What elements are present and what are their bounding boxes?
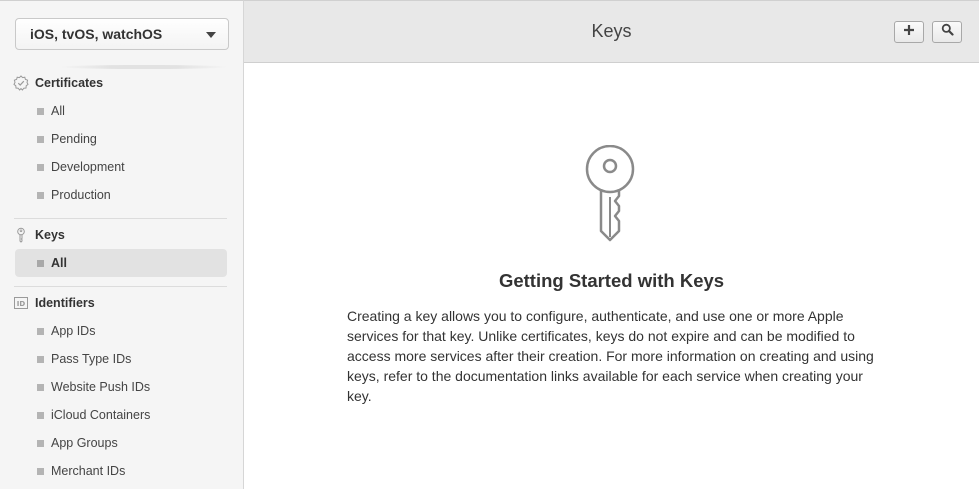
sidebar-item-label: App IDs — [51, 324, 96, 338]
developer-portal-app: iOS, tvOS, watchOS Certificates All Pend… — [0, 0, 979, 489]
chevron-down-icon — [206, 32, 216, 38]
certificate-badge-icon — [13, 75, 29, 91]
id-icon: ID — [13, 295, 29, 311]
key-icon — [13, 227, 29, 243]
sidebar-item-icloud-containers[interactable]: iCloud Containers — [15, 401, 227, 429]
bullet — [37, 439, 44, 447]
bullet — [37, 191, 44, 199]
sidebar-item-label: Pass Type IDs — [51, 352, 132, 366]
sidebar-item-keys-all[interactable]: All — [15, 249, 227, 277]
sidebar-item-label: All — [51, 104, 65, 118]
sidebar-item-label: App Groups — [51, 436, 118, 450]
section-header-certificates: Certificates — [13, 73, 103, 93]
bullet — [37, 467, 44, 475]
sidebar-item-app-ids[interactable]: App IDs — [15, 317, 227, 345]
sidebar-item-label: All — [51, 256, 67, 270]
sidebar-item-website-push-ids[interactable]: Website Push IDs — [15, 373, 227, 401]
plus-icon — [903, 23, 915, 41]
sidebar-item-label: Merchant IDs — [51, 464, 126, 478]
bullet — [37, 411, 44, 419]
dropdown-shadow — [60, 65, 228, 69]
bullet — [37, 327, 44, 335]
sidebar-item-development[interactable]: Development — [15, 153, 227, 181]
main-content: Getting Started with Keys Creating a key… — [244, 63, 979, 489]
header-bar: Keys — [244, 0, 979, 63]
bullet — [37, 163, 44, 171]
sidebar-item-pass-type-ids[interactable]: Pass Type IDs — [15, 345, 227, 373]
sidebar-item-merchant-ids[interactable]: Merchant IDs — [15, 457, 227, 485]
empty-state-description: Creating a key allows you to configure, … — [347, 308, 874, 404]
sidebar-item-label: Production — [51, 188, 111, 202]
section-title-keys: Keys — [35, 228, 65, 242]
sidebar-item-production[interactable]: Production — [15, 181, 227, 209]
page-title: Keys — [591, 21, 632, 41]
svg-text:ID: ID — [17, 300, 26, 308]
sidebar-item-label: Website Push IDs — [51, 380, 151, 394]
sidebar-divider — [14, 286, 227, 287]
empty-state-title: Getting Started with Keys — [498, 270, 725, 291]
section-header-keys: Keys — [13, 225, 65, 245]
bullet — [37, 259, 44, 267]
search-button[interactable] — [932, 21, 962, 43]
key-icon — [582, 144, 638, 243]
platform-select-value: iOS, tvOS, watchOS — [30, 26, 163, 42]
sidebar: iOS, tvOS, watchOS Certificates All Pend… — [0, 0, 244, 489]
sidebar-divider — [14, 218, 227, 219]
bullet — [37, 135, 44, 143]
sidebar-item-app-groups[interactable]: App Groups — [15, 429, 227, 457]
section-title-certificates: Certificates — [35, 76, 104, 90]
sidebar-item-label: Development — [51, 160, 125, 174]
bullet — [37, 383, 44, 391]
platform-select[interactable]: iOS, tvOS, watchOS — [15, 18, 229, 50]
sidebar-item-certificates-all[interactable]: All — [15, 97, 227, 125]
sidebar-item-pending[interactable]: Pending — [15, 125, 227, 153]
section-header-identifiers: ID Identifiers — [13, 293, 95, 313]
sidebar-item-label: Pending — [51, 132, 97, 146]
bullet — [37, 107, 44, 115]
section-title-identifiers: Identifiers — [35, 296, 95, 310]
bullet — [37, 355, 44, 363]
search-icon — [941, 23, 954, 41]
add-button[interactable] — [894, 21, 924, 43]
sidebar-item-label: iCloud Containers — [51, 408, 151, 422]
